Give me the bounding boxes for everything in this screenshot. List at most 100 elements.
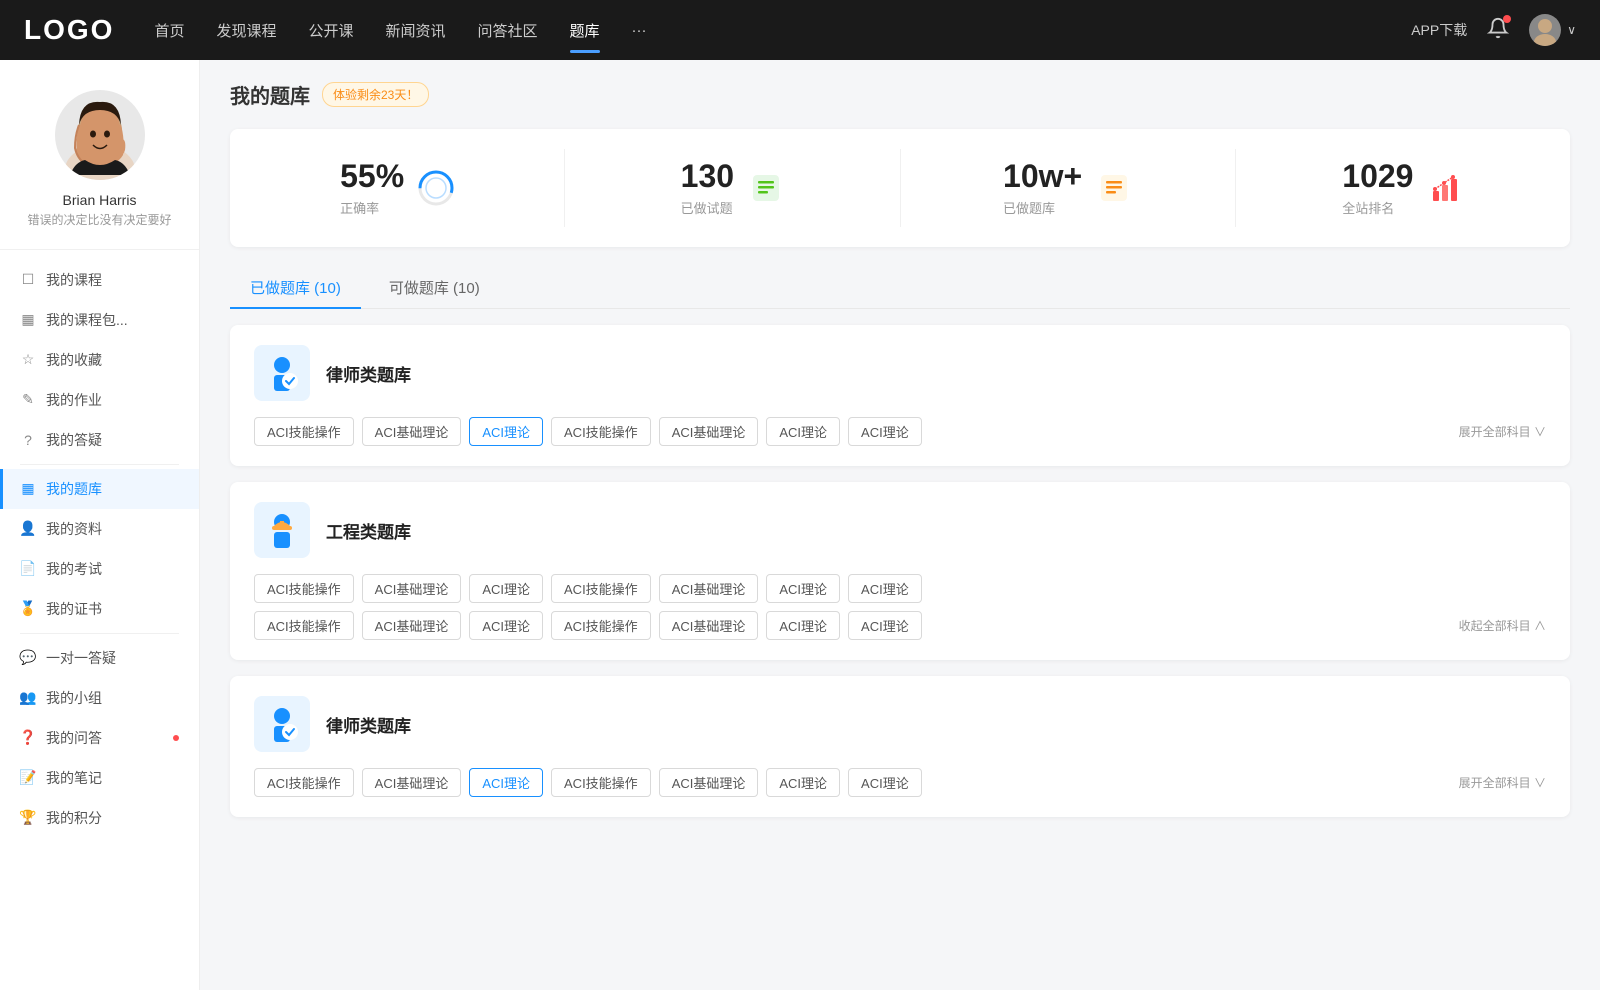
sidebar-item-points-label: 我的积分: [46, 808, 102, 828]
group-icon: 👥: [20, 690, 36, 706]
tag-0-0-2[interactable]: ACI理论: [469, 417, 543, 446]
main-container: Brian Harris 错误的决定比没有决定要好 ☐ 我的课程 ▦ 我的课程包…: [0, 60, 1600, 990]
sidebar-item-1to1-label: 一对一答疑: [46, 648, 116, 668]
tag-1-1-3[interactable]: ACI技能操作: [551, 611, 651, 640]
sidebar-item-course-label: 我的课程: [46, 270, 102, 290]
sidebar-item-group-label: 我的小组: [46, 688, 102, 708]
nav-open-course[interactable]: 公开课: [308, 16, 353, 45]
avatar-image: [55, 90, 145, 180]
sidebar-item-favorites[interactable]: ☆ 我的收藏: [0, 340, 199, 380]
sidebar-item-1to1[interactable]: 💬 一对一答疑: [0, 638, 199, 678]
sidebar-item-homework-label: 我的作业: [46, 390, 102, 410]
tab-available-banks[interactable]: 可做题库 (10): [369, 267, 500, 308]
sidebar-item-certificate[interactable]: 🏅 我的证书: [0, 589, 199, 629]
nav-courses[interactable]: 发现课程: [216, 16, 276, 45]
tag-2-0-4[interactable]: ACI基础理论: [659, 768, 759, 797]
tag-1-0-4[interactable]: ACI基础理论: [659, 574, 759, 603]
lawyer-icon-0: [260, 351, 304, 395]
certificate-icon: 🏅: [20, 601, 36, 617]
tabs: 已做题库 (10) 可做题库 (10): [230, 267, 1570, 309]
profile-motto: 错误的决定比没有决定要好: [27, 212, 171, 229]
tag-1-0-6[interactable]: ACI理论: [848, 574, 922, 603]
divider-2: [20, 633, 179, 634]
user-avatar-nav: [1529, 14, 1561, 46]
bank-header-2: 律师类题库: [254, 696, 1546, 752]
edit-icon: ✎: [20, 392, 36, 408]
doc-icon: 📄: [20, 561, 36, 577]
tag-2-0-2[interactable]: ACI理论: [469, 768, 543, 797]
stat-done-banks-label: 已做题库: [1003, 198, 1082, 217]
sidebar-item-materials[interactable]: 👤 我的资料: [0, 509, 199, 549]
tag-1-1-5[interactable]: ACI理论: [766, 611, 840, 640]
lawyer-icon-2: [260, 702, 304, 746]
tag-2-0-5[interactable]: ACI理论: [766, 768, 840, 797]
tag-1-0-3[interactable]: ACI技能操作: [551, 574, 651, 603]
tag-2-0-6[interactable]: ACI理论: [848, 768, 922, 797]
sidebar-item-exam-label: 我的考试: [46, 559, 102, 579]
star-icon: ☆: [20, 352, 36, 368]
tag-1-0-0[interactable]: ACI技能操作: [254, 574, 354, 603]
tag-2-0-0[interactable]: ACI技能操作: [254, 768, 354, 797]
tag-0-0-6[interactable]: ACI理论: [848, 417, 922, 446]
question-icon: ?: [20, 432, 36, 448]
nav-qa[interactable]: 问答社区: [478, 16, 538, 45]
sidebar-item-points[interactable]: 🏆 我的积分: [0, 798, 199, 838]
tag-2-0-1[interactable]: ACI基础理论: [362, 768, 462, 797]
engineer-icon: [260, 508, 304, 552]
tag-1-1-0[interactable]: ACI技能操作: [254, 611, 354, 640]
sidebar-item-notes-label: 我的笔记: [46, 768, 102, 788]
qmark-icon: ❓: [20, 730, 36, 746]
stat-done-banks-text: 10w+ 已做题库: [1003, 159, 1082, 217]
chart-icon: ▦: [20, 312, 36, 328]
tag-1-1-4[interactable]: ACI基础理论: [659, 611, 759, 640]
pie-icon: [418, 170, 454, 206]
sidebar-item-notes[interactable]: 📝 我的笔记: [0, 758, 199, 798]
sidebar-item-coursepack[interactable]: ▦ 我的课程包...: [0, 300, 199, 340]
collapse-link-1[interactable]: 收起全部科目 ∧: [1459, 617, 1546, 634]
tag-2-0-3[interactable]: ACI技能操作: [551, 768, 651, 797]
tag-1-0-5[interactable]: ACI理论: [766, 574, 840, 603]
sidebar-item-myqa[interactable]: ❓ 我的问答: [0, 718, 199, 758]
bank-title-2: 律师类题库: [326, 712, 411, 737]
bank-tags-row-1-1: ACI技能操作 ACI基础理论 ACI理论 ACI技能操作 ACI基础理论 AC…: [254, 611, 1546, 640]
tag-1-1-2[interactable]: ACI理论: [469, 611, 543, 640]
user-menu[interactable]: ∨: [1529, 14, 1576, 46]
tag-1-1-1[interactable]: ACI基础理论: [362, 611, 462, 640]
nav-bank[interactable]: 题库: [570, 16, 600, 45]
sidebar-item-bank[interactable]: ▦ 我的题库: [0, 469, 199, 509]
tag-0-0-4[interactable]: ACI基础理论: [659, 417, 759, 446]
tag-1-1-6[interactable]: ACI理论: [848, 611, 922, 640]
tag-0-0-3[interactable]: ACI技能操作: [551, 417, 651, 446]
nav-more[interactable]: ···: [632, 18, 647, 43]
stat-rank-label: 全站排名: [1342, 198, 1413, 217]
tab-done-banks[interactable]: 已做题库 (10): [230, 267, 361, 308]
sidebar-item-coursepack-label: 我的课程包...: [46, 310, 128, 330]
expand-link-2[interactable]: 展开全部科目 ∨: [1459, 774, 1546, 791]
bank-icon-engineer: [254, 502, 310, 558]
nav-news[interactable]: 新闻资讯: [386, 16, 446, 45]
list-orange-icon: [1096, 170, 1132, 206]
sidebar-item-exam[interactable]: 📄 我的考试: [0, 549, 199, 589]
sidebar-item-group[interactable]: 👥 我的小组: [0, 678, 199, 718]
file-icon: ☐: [20, 272, 36, 288]
bank-section-2: 律师类题库 ACI技能操作 ACI基础理论 ACI理论 ACI技能操作 ACI基…: [230, 676, 1570, 817]
tag-1-0-1[interactable]: ACI基础理论: [362, 574, 462, 603]
tag-0-0-1[interactable]: ACI基础理论: [362, 417, 462, 446]
expand-link-0[interactable]: 展开全部科目 ∨: [1459, 423, 1546, 440]
tag-0-0-5[interactable]: ACI理论: [766, 417, 840, 446]
sidebar-item-qa[interactable]: ? 我的答疑: [0, 420, 199, 460]
nav-home[interactable]: 首页: [154, 16, 184, 45]
people-icon: 👤: [20, 521, 36, 537]
sidebar-item-homework[interactable]: ✎ 我的作业: [0, 380, 199, 420]
notification-button[interactable]: [1487, 17, 1509, 44]
sidebar-item-course[interactable]: ☐ 我的课程: [0, 260, 199, 300]
sidebar-item-bank-label: 我的题库: [46, 479, 102, 499]
stat-done-banks: 10w+ 已做题库: [901, 149, 1236, 227]
app-download-link[interactable]: APP下载: [1411, 20, 1467, 40]
bank-tags-row-2-0: ACI技能操作 ACI基础理论 ACI理论 ACI技能操作 ACI基础理论 AC…: [254, 768, 1546, 797]
tag-1-0-2[interactable]: ACI理论: [469, 574, 543, 603]
bank-section-1: 工程类题库 ACI技能操作 ACI基础理论 ACI理论 ACI技能操作 ACI基…: [230, 482, 1570, 660]
note-icon: 📝: [20, 770, 36, 786]
page-header: 我的题库 体验剩余23天！: [230, 80, 1570, 109]
tag-0-0-0[interactable]: ACI技能操作: [254, 417, 354, 446]
